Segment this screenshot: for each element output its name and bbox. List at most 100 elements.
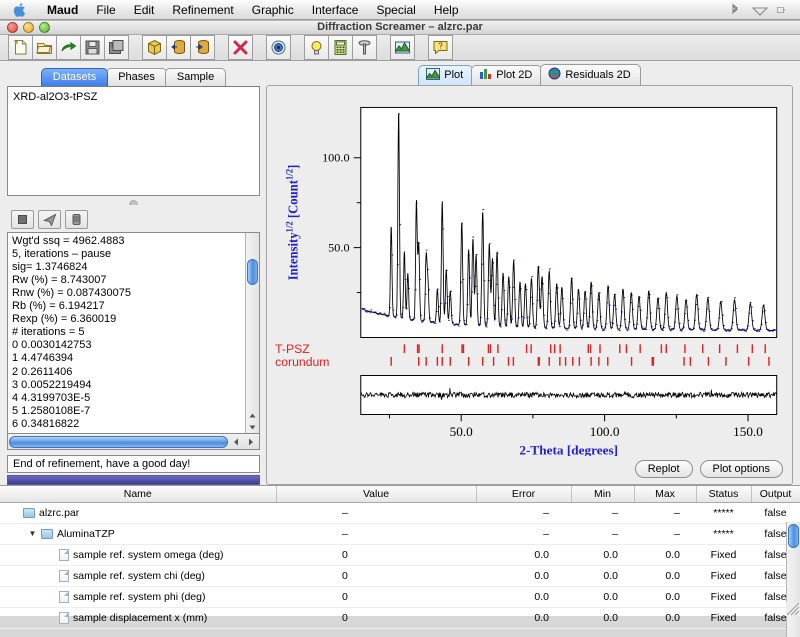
- table-row[interactable]: ▼AluminaTZP––––*****false: [0, 523, 800, 544]
- replot-button[interactable]: Replot: [635, 460, 693, 478]
- cell-output[interactable]: false: [751, 502, 800, 523]
- refine-target-icon[interactable]: [266, 35, 291, 60]
- tab-phases[interactable]: Phases: [106, 68, 167, 86]
- window-resize-handle[interactable]: [786, 602, 800, 616]
- cell-value[interactable]: 0: [276, 544, 476, 565]
- disclosure-triangle-icon[interactable]: ▼: [28, 529, 37, 538]
- delete-icon[interactable]: [228, 35, 253, 60]
- cell-name[interactable]: sample ref. system chi (deg): [0, 565, 276, 586]
- run-icon[interactable]: [38, 210, 61, 229]
- cell-value[interactable]: 0: [276, 565, 476, 586]
- scroll-left-arrow[interactable]: [228, 438, 243, 446]
- doc-icon: [59, 549, 69, 561]
- scroll-down-arrow[interactable]: [246, 422, 259, 433]
- menu-special[interactable]: Special: [367, 0, 424, 20]
- apple-logo-icon[interactable]: [12, 2, 28, 18]
- hscrollbar-thumb[interactable]: [9, 436, 228, 448]
- open-file-icon[interactable]: [32, 35, 57, 60]
- tab-plot-2d[interactable]: Plot 2D: [471, 65, 542, 86]
- reload-icon[interactable]: [56, 35, 81, 60]
- save-icon[interactable]: [80, 35, 105, 60]
- tab-plot-label: Plot: [444, 69, 463, 81]
- column-header-output[interactable]: Output: [751, 486, 800, 502]
- cell-name[interactable]: ▼AluminaTZP: [0, 523, 276, 544]
- console-horizontal-scrollbar[interactable]: [7, 434, 260, 450]
- column-header-status[interactable]: Status: [696, 486, 751, 502]
- export-data-icon[interactable]: [190, 35, 215, 60]
- menu-refinement[interactable]: Refinement: [163, 0, 242, 20]
- toolbar-group-structure: [142, 35, 214, 60]
- cell-value[interactable]: –: [276, 502, 476, 523]
- column-header-error[interactable]: Error: [476, 486, 571, 502]
- plot-graph-icon[interactable]: [390, 35, 415, 60]
- console-vertical-scrollbar[interactable]: [245, 233, 259, 433]
- plot-bar-icon: [479, 68, 492, 83]
- doc-icon: [59, 612, 69, 624]
- diffraction-chart[interactable]: 50.0100.050.0100.0150.0T-PSZcorundumInte…: [267, 86, 792, 456]
- cell-status[interactable]: Fixed: [696, 607, 751, 628]
- stop-icon[interactable]: [11, 210, 34, 229]
- plot-options-button[interactable]: Plot options: [700, 460, 783, 478]
- tab-plot[interactable]: Plot: [418, 65, 473, 86]
- cell-status[interactable]: Fixed: [696, 544, 751, 565]
- cell-value[interactable]: 0: [276, 586, 476, 607]
- table-row[interactable]: sample ref. system phi (deg)00.00.00.0Fi…: [0, 586, 800, 607]
- menu-file[interactable]: File: [87, 0, 124, 20]
- structure-cube-icon[interactable]: [142, 35, 167, 60]
- cell-status[interactable]: *****: [696, 502, 751, 523]
- panel-splitter-handle[interactable]: [7, 196, 260, 209]
- menu-maud[interactable]: Maud: [38, 0, 87, 20]
- cell-status[interactable]: *****: [696, 523, 751, 544]
- parameter-name: sample ref. system omega (deg): [73, 549, 224, 561]
- dataset-listbox[interactable]: XRD-al2O3-tPSZ: [7, 86, 260, 196]
- menu-edit[interactable]: Edit: [125, 0, 164, 20]
- bluetooth-icon[interactable]: [728, 3, 742, 17]
- scroll-up-arrow[interactable]: [246, 410, 259, 421]
- cell-value[interactable]: 0: [276, 607, 476, 628]
- scrollbar-thumb[interactable]: [247, 259, 258, 285]
- table-scrollbar-thumb[interactable]: [788, 524, 799, 548]
- column-header-value[interactable]: Value: [276, 486, 476, 502]
- parameters-table-panel: Name Value Error Min Max Status Output a…: [0, 485, 800, 616]
- new-file-icon[interactable]: [8, 35, 33, 60]
- cell-name[interactable]: sample ref. system omega (deg): [0, 544, 276, 565]
- column-header-max[interactable]: Max: [634, 486, 696, 502]
- step-icon[interactable]: [65, 210, 88, 229]
- column-header-name[interactable]: Name: [0, 486, 276, 502]
- wifi-icon[interactable]: [752, 3, 766, 17]
- menu-graphic[interactable]: Graphic: [243, 0, 303, 20]
- console-area: Wgt'd ssq = 4962.4883 5, iterations – pa…: [7, 232, 260, 485]
- save-as-icon[interactable]: [104, 35, 129, 60]
- column-header-min[interactable]: Min: [571, 486, 634, 502]
- cell-max: 0.0: [634, 565, 696, 586]
- table-row[interactable]: sample ref. system omega (deg)00.00.00.0…: [0, 544, 800, 565]
- y-tick-label: 50.0: [328, 240, 349, 254]
- cell-name[interactable]: sample ref. system phi (deg): [0, 586, 276, 607]
- table-row[interactable]: sample displacement x (mm)00.00.00.0Fixe…: [0, 607, 800, 628]
- table-row[interactable]: sample ref. system chi (deg)00.00.00.0Fi…: [0, 565, 800, 586]
- cell-status[interactable]: Fixed: [696, 565, 751, 586]
- tab-sample[interactable]: Sample: [165, 68, 226, 86]
- scroll-right-arrow[interactable]: [243, 438, 258, 446]
- table-row[interactable]: alzrc.par––––*****false: [0, 502, 800, 523]
- tools-icon[interactable]: [352, 35, 377, 60]
- tab-datasets[interactable]: Datasets: [41, 68, 108, 86]
- help-icon[interactable]: ?: [428, 35, 453, 60]
- calculator-icon[interactable]: [328, 35, 353, 60]
- residuals-globe-icon: [548, 67, 561, 83]
- refinement-console[interactable]: Wgt'd ssq = 4962.4883 5, iterations – pa…: [7, 232, 260, 434]
- import-data-icon[interactable]: [166, 35, 191, 60]
- list-item[interactable]: XRD-al2O3-tPSZ: [12, 90, 255, 104]
- table-vertical-scrollbar[interactable]: [786, 522, 800, 637]
- cell-name[interactable]: alzrc.par: [0, 502, 276, 523]
- phase-label: corundum: [275, 355, 329, 369]
- hint-bulb-icon[interactable]: [304, 35, 329, 60]
- parameter-name: sample displacement x (mm): [73, 612, 207, 624]
- cell-name[interactable]: sample displacement x (mm): [0, 607, 276, 628]
- battery-icon[interactable]: [776, 3, 790, 17]
- menu-interface[interactable]: Interface: [303, 0, 368, 20]
- menu-help[interactable]: Help: [425, 0, 468, 20]
- cell-value[interactable]: –: [276, 523, 476, 544]
- cell-status[interactable]: Fixed: [696, 586, 751, 607]
- tab-residuals-2d[interactable]: Residuals 2D: [540, 64, 640, 86]
